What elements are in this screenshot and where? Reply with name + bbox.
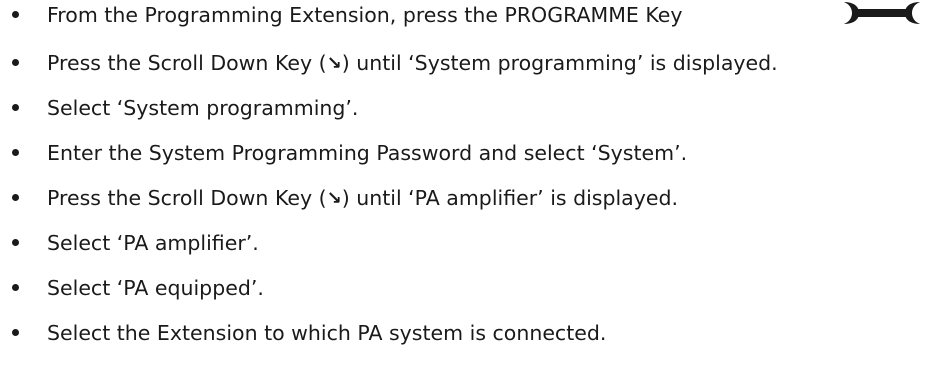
step-text-after: ) until ‘System programming’ is displaye… (341, 51, 778, 75)
bullet-icon (12, 239, 19, 246)
step-text: Select ‘PA equipped’. (47, 276, 264, 300)
step-text: Press the Scroll Down Key (↘) until ‘Sys… (47, 48, 778, 80)
bullet-icon (12, 149, 19, 156)
bullet-icon (12, 59, 19, 66)
bullet-icon (12, 194, 19, 201)
wrench-icon (844, 2, 920, 24)
step-text: Press the Scroll Down Key (↘) until ‘PA … (47, 183, 678, 215)
step-text: Select ‘System programming’. (47, 96, 359, 120)
scroll-down-arrow-icon: ↘ (326, 53, 342, 74)
step-text-before: Press the Scroll Down Key ( (47, 186, 327, 210)
step-text-after: ) until ‘PA amplifier’ is displayed. (341, 186, 679, 210)
bullet-icon (12, 11, 19, 18)
step-text: Select ‘PA amplifier’. (47, 231, 259, 255)
step-text-before: Press the Scroll Down Key ( (47, 51, 327, 75)
scroll-down-arrow-icon: ↘ (326, 188, 342, 209)
bullet-icon (12, 284, 19, 291)
bullet-icon (12, 329, 19, 336)
step-text: Enter the System Programming Password an… (47, 141, 688, 165)
step-text: Select the Extension to which PA system … (47, 321, 607, 345)
step-text: From the Programming Extension, press th… (47, 3, 683, 27)
bullet-icon (12, 104, 19, 111)
